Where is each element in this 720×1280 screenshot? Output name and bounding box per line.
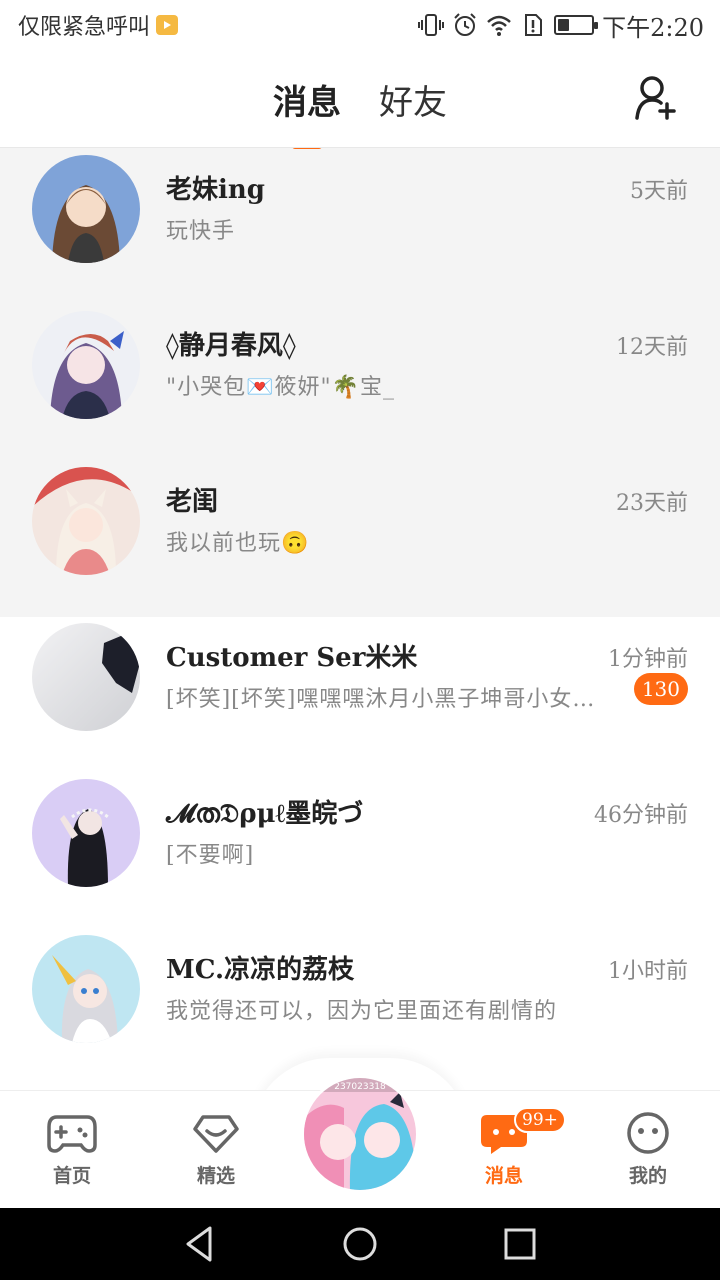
avatar[interactable] <box>32 467 140 575</box>
message-preview: [坏笑][坏笑]嘿嘿嘿沐月小黑子坤哥小女… <box>166 687 596 712</box>
conversation-row[interactable]: 老闺 我以前也玩🙃 23天前 <box>0 461 720 617</box>
conversation-info: 老闺 我以前也玩🙃 23天前 <box>166 461 688 617</box>
center-avatar-button[interactable]: 237023318 <box>304 1078 416 1190</box>
play-icon <box>156 15 179 35</box>
nav-label: 首页 <box>52 1165 91 1187</box>
contact-name: ◊静月春风◊ <box>166 331 296 361</box>
nav-messages[interactable]: 99+ 消息 <box>432 1091 576 1208</box>
unread-badge: 130 <box>633 673 688 705</box>
message-preview: 玩快手 <box>166 219 236 244</box>
clock: 下午2:20 <box>602 13 704 42</box>
top-header: 消息 好友 <box>0 50 720 148</box>
nav-profile[interactable]: 我的 <box>576 1091 720 1208</box>
center-avatar-id-text: 237023318 <box>334 1082 386 1092</box>
conversation-row[interactable]: 老妹ing 玩快手 5天前 <box>0 149 720 305</box>
conversation-info: ◊静月春风◊ "小哭包💌筱妍"🌴宝_ 12天前 <box>166 305 688 461</box>
conversation-info: Customer Ser米米 [坏笑][坏笑]嘿嘿嘿沐月小黑子坤哥小女… 1分钟… <box>166 617 688 773</box>
nav-home[interactable]: 首页 <box>0 1091 144 1208</box>
avatar[interactable] <box>32 779 140 887</box>
status-right: 下午2:20 <box>418 8 704 43</box>
gamepad-icon <box>47 1115 97 1153</box>
conversation-list: 老妹ing 玩快手 5天前 ◊静月春风◊ "小哭包💌筱妍"🌴宝_ 12天前 老闺… <box>0 149 720 1085</box>
avatar[interactable] <box>32 155 140 263</box>
nav-label: 精选 <box>196 1165 235 1187</box>
avatar[interactable] <box>32 623 140 731</box>
status-bar: 仅限紧急呼叫 下午2:20 <box>0 0 720 50</box>
message-time: 1小时前 <box>608 959 688 984</box>
nav-label: 消息 <box>484 1165 523 1187</box>
contact-name: Customer Ser米米 <box>166 643 418 673</box>
vibrate-icon <box>418 14 445 36</box>
alarm-icon <box>454 13 476 36</box>
message-preview: 我觉得还可以，因为它里面还有剧情的 <box>166 999 558 1024</box>
message-time: 12天前 <box>616 335 688 360</box>
contact-name: 老闺 <box>166 487 219 517</box>
contact-name: 𝓜ത𝔇ρμℓ墨皖づ <box>166 799 364 829</box>
face-icon <box>627 1112 669 1154</box>
avatar[interactable] <box>32 311 140 419</box>
conversation-row[interactable]: 𝓜ത𝔇ρμℓ墨皖づ [不要啊] 46分钟前 <box>0 773 720 929</box>
message-preview: "小哭包💌筱妍"🌴宝_ <box>166 375 396 400</box>
conversation-info: MC.凉凉的荔枝 我觉得还可以，因为它里面还有剧情的 1小时前 <box>166 929 688 1085</box>
recents-icon[interactable] <box>500 1224 540 1264</box>
message-time: 5天前 <box>630 179 688 204</box>
message-time: 23天前 <box>616 491 688 516</box>
nav-featured[interactable]: 精选 <box>144 1091 288 1208</box>
tab-friends[interactable]: 好友 <box>379 75 447 124</box>
contact-name: 老妹ing <box>166 175 265 205</box>
nav-unread-badge: 99+ <box>514 1107 566 1133</box>
conversation-row[interactable]: ◊静月春风◊ "小哭包💌筱妍"🌴宝_ 12天前 <box>0 305 720 461</box>
status-left: 仅限紧急呼叫 <box>18 9 179 41</box>
system-nav-bar <box>0 1208 720 1280</box>
message-preview: 我以前也玩🙃 <box>166 531 310 556</box>
message-time: 46分钟前 <box>594 803 688 828</box>
tab-bar: 消息 好友 <box>0 50 720 148</box>
tab-messages[interactable]: 消息 <box>273 75 341 124</box>
nav-label: 我的 <box>628 1165 667 1187</box>
carrier-text: 仅限紧急呼叫 <box>18 15 151 40</box>
battery-icon <box>554 15 599 35</box>
conversation-info: 老妹ing 玩快手 5天前 <box>166 149 688 305</box>
conversation-row[interactable]: Customer Ser米米 [坏笑][坏笑]嘿嘿嘿沐月小黑子坤哥小女… 1分钟… <box>0 617 720 773</box>
conversation-info: 𝓜ത𝔇ρμℓ墨皖づ [不要啊] 46分钟前 <box>166 773 688 929</box>
back-icon[interactable] <box>180 1224 220 1264</box>
message-preview: [不要啊] <box>166 843 255 868</box>
add-user-icon[interactable] <box>634 74 678 122</box>
avatar[interactable] <box>32 935 140 1043</box>
sim-alert-icon <box>525 14 543 36</box>
contact-name: MC.凉凉的荔枝 <box>166 955 355 985</box>
home-icon[interactable] <box>340 1224 380 1264</box>
message-time: 1分钟前 <box>608 647 688 672</box>
heart-diamond-icon <box>193 1115 239 1153</box>
wifi-icon <box>487 15 511 36</box>
